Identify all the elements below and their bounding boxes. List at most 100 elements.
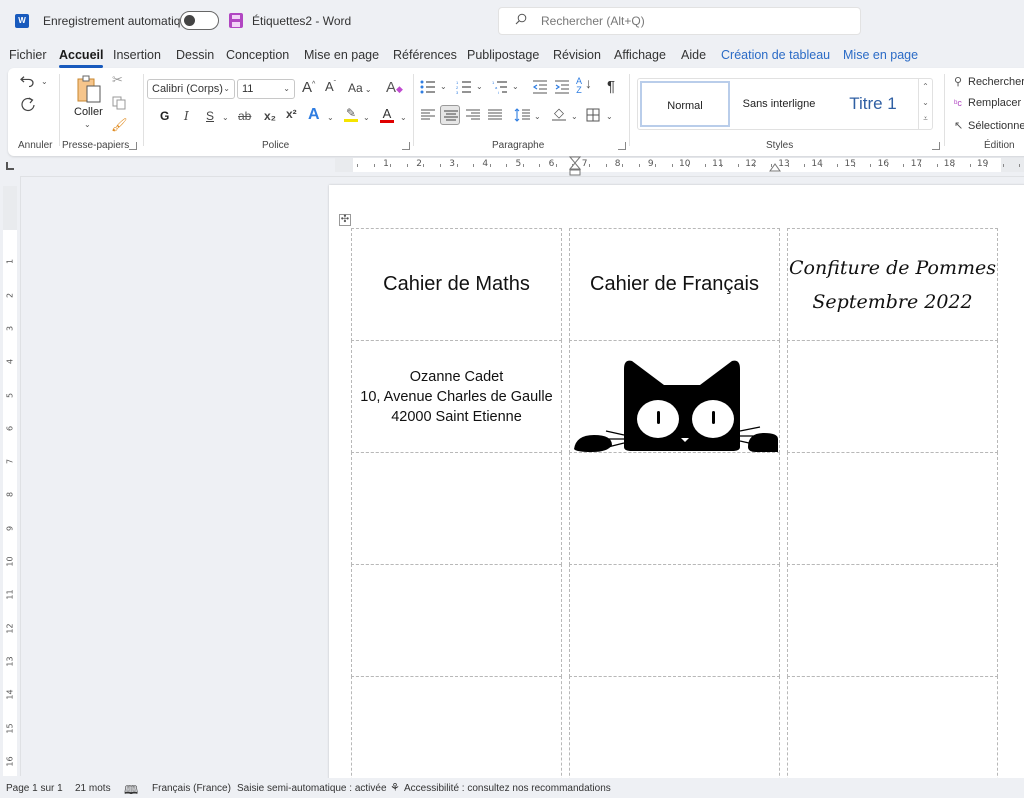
label-cell[interactable] bbox=[351, 676, 562, 786]
italic-button[interactable]: I bbox=[184, 110, 189, 122]
label-cell[interactable] bbox=[351, 452, 562, 565]
align-center-button[interactable] bbox=[440, 105, 460, 125]
label-cell[interactable] bbox=[569, 452, 780, 565]
multilevel-list-icon[interactable]: 1ai bbox=[492, 80, 508, 94]
label-cell[interactable] bbox=[351, 564, 562, 677]
font-color-caret[interactable]: ⌄ bbox=[400, 113, 407, 122]
sort-icon[interactable]: A Z ↓ bbox=[576, 76, 592, 95]
shading-caret[interactable]: ⌄ bbox=[571, 112, 578, 121]
tab-table-mise-en-page[interactable]: Mise en page bbox=[843, 48, 918, 62]
bullets-icon[interactable] bbox=[420, 80, 436, 94]
tab-insertion[interactable]: Insertion bbox=[113, 48, 161, 62]
horizontal-ruler[interactable]: 1 2 3 4 5 6 7 8 9 10 11 12 13 14 15 16 17 18 19 bbox=[335, 156, 1024, 176]
styles-launcher[interactable] bbox=[932, 142, 940, 150]
bold-button[interactable]: G bbox=[160, 110, 169, 122]
paste-label[interactable]: Coller bbox=[74, 106, 103, 118]
pilcrow-icon[interactable]: ¶ bbox=[607, 79, 615, 94]
highlight-icon[interactable]: ✎ bbox=[344, 107, 358, 125]
scroll-down-icon[interactable]: ⌄ bbox=[919, 95, 932, 111]
select-button[interactable]: ↖ Sélectionner bbox=[954, 119, 1024, 132]
line-spacing-icon[interactable] bbox=[514, 108, 530, 122]
autocomplete-status[interactable]: Saisie semi-automatique : activée bbox=[237, 783, 387, 794]
autosave-toggle[interactable] bbox=[180, 11, 219, 30]
underline-button[interactable]: S bbox=[206, 110, 214, 122]
search-input[interactable]: Rechercher (Alt+Q) bbox=[498, 7, 861, 35]
numbering-caret[interactable]: ⌄ bbox=[476, 82, 483, 91]
undo-icon[interactable] bbox=[20, 74, 36, 88]
more-styles-icon[interactable]: ⩡ bbox=[919, 111, 932, 127]
shading-icon[interactable]: ◇ bbox=[552, 106, 566, 121]
find-button[interactable]: ⚲ Rechercher bbox=[954, 75, 1024, 88]
grow-font-icon[interactable]: A^ bbox=[302, 80, 315, 95]
superscript-button[interactable]: x² bbox=[286, 108, 297, 120]
paragraph-launcher[interactable] bbox=[618, 142, 626, 150]
label-cell[interactable]: Ozanne Cadet 10, Avenue Charles de Gaull… bbox=[351, 340, 562, 453]
numbering-icon[interactable]: 123 bbox=[456, 80, 472, 94]
accessibility-status[interactable]: Accessibilité : consultez nos recommanda… bbox=[404, 783, 611, 794]
tab-fichier[interactable]: Fichier bbox=[9, 48, 47, 62]
label-cell[interactable] bbox=[787, 676, 998, 786]
tab-publipostage[interactable]: Publipostage bbox=[467, 48, 539, 62]
label-cell[interactable]: Cahier de Maths bbox=[351, 228, 562, 341]
paste-dropdown-caret[interactable]: ⌄ bbox=[84, 120, 91, 129]
book-check-icon[interactable]: 🕮 bbox=[124, 781, 138, 798]
label-cell[interactable] bbox=[787, 452, 998, 565]
borders-icon[interactable] bbox=[586, 108, 600, 122]
style-titre-1[interactable]: Titre 1 bbox=[828, 81, 918, 127]
copy-icon[interactable] bbox=[112, 96, 126, 110]
tab-dessin[interactable]: Dessin bbox=[176, 48, 214, 62]
word-count[interactable]: 21 mots bbox=[75, 783, 111, 794]
multilevel-caret[interactable]: ⌄ bbox=[512, 82, 519, 91]
line-spacing-caret[interactable]: ⌄ bbox=[534, 112, 541, 121]
change-case-icon[interactable]: Aa ⌄ bbox=[348, 82, 372, 94]
label-cell[interactable] bbox=[569, 564, 780, 677]
text-effects-caret[interactable]: ⌄ bbox=[327, 113, 334, 122]
bullets-caret[interactable]: ⌄ bbox=[440, 82, 447, 91]
brush-icon[interactable]: 🖌 bbox=[111, 118, 128, 131]
redo-icon[interactable] bbox=[20, 96, 36, 112]
label-cell[interactable]: Confiture de Pommes Septembre 2022 bbox=[787, 228, 998, 341]
align-right-icon[interactable] bbox=[466, 109, 480, 121]
tab-selector[interactable] bbox=[6, 162, 14, 170]
language-indicator[interactable]: Français (France) bbox=[152, 783, 231, 794]
decrease-indent-icon[interactable] bbox=[532, 80, 548, 94]
increase-indent-icon[interactable] bbox=[554, 80, 570, 94]
highlight-caret[interactable]: ⌄ bbox=[363, 113, 370, 122]
label-cell[interactable] bbox=[569, 340, 780, 453]
strikethrough-button[interactable]: ab bbox=[238, 110, 251, 122]
style-sans-interligne[interactable]: Sans interligne bbox=[734, 81, 824, 127]
font-name-dropdown[interactable]: Calibri (Corps) ⌄ bbox=[147, 79, 235, 99]
label-cell[interactable] bbox=[787, 340, 998, 453]
replace-button[interactable]: ᵇc Remplacer bbox=[954, 97, 1021, 109]
label-cell[interactable] bbox=[569, 676, 780, 786]
shrink-font-icon[interactable]: Aˇ bbox=[325, 80, 336, 93]
clear-formatting-icon[interactable]: A◆ bbox=[386, 80, 403, 95]
borders-caret[interactable]: ⌄ bbox=[606, 112, 613, 121]
scroll-up-icon[interactable]: ⌃ bbox=[919, 79, 932, 95]
justify-icon[interactable] bbox=[488, 109, 502, 121]
table-move-handle-icon[interactable]: ✣ bbox=[339, 214, 351, 226]
font-color-icon[interactable]: A bbox=[380, 107, 394, 125]
tab-accueil[interactable]: Accueil bbox=[59, 48, 104, 68]
vertical-ruler[interactable]: 1 2 3 4 5 6 7 8 9 10 11 12 13 14 15 16 bbox=[3, 186, 17, 776]
paste-icon[interactable] bbox=[76, 74, 104, 106]
indent-marker-icon[interactable] bbox=[569, 156, 581, 176]
tab-aide[interactable]: Aide bbox=[681, 48, 706, 62]
scissors-icon[interactable]: ✂ bbox=[112, 73, 123, 86]
align-left-icon[interactable] bbox=[421, 109, 435, 121]
tab-revision[interactable]: Révision bbox=[553, 48, 601, 62]
underline-dropdown-caret[interactable]: ⌄ bbox=[222, 113, 229, 122]
tab-mise-en-page[interactable]: Mise en page bbox=[304, 48, 379, 62]
page-count[interactable]: Page 1 sur 1 bbox=[6, 783, 63, 794]
label-cell[interactable] bbox=[787, 564, 998, 677]
font-launcher[interactable] bbox=[402, 142, 410, 150]
undo-dropdown-caret[interactable]: ⌄ bbox=[41, 77, 48, 86]
subscript-button[interactable]: x₂ bbox=[264, 110, 276, 122]
tab-creation-de-tableau[interactable]: Création de tableau bbox=[721, 48, 830, 62]
tab-affichage[interactable]: Affichage bbox=[614, 48, 666, 62]
save-icon[interactable] bbox=[229, 13, 243, 28]
text-effects-icon[interactable]: A bbox=[308, 107, 320, 123]
tab-references[interactable]: Références bbox=[393, 48, 457, 62]
style-normal[interactable]: Normal bbox=[640, 81, 730, 127]
clipboard-launcher[interactable] bbox=[129, 142, 137, 150]
